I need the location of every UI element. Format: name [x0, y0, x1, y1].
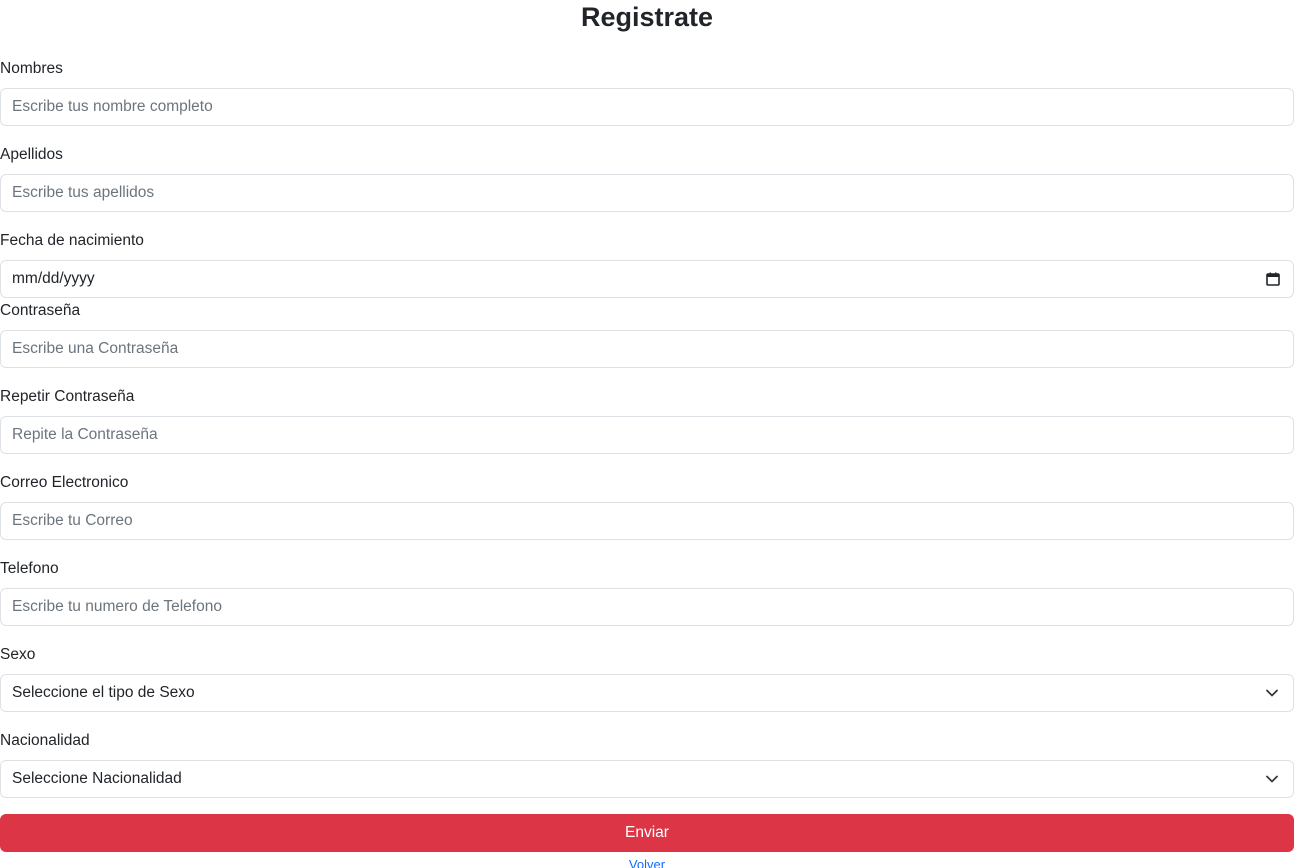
sexo-label: Sexo — [0, 646, 36, 663]
submit-button[interactable]: Enviar — [0, 814, 1294, 852]
correo-label: Correo Electronico — [0, 474, 129, 491]
page-title: Registrate — [580, 2, 714, 32]
telefono-label: Telefono — [0, 560, 59, 577]
sexo-select[interactable]: Seleccione el tipo de Sexo — [0, 674, 1294, 712]
nacionalidad-select[interactable]: Seleccione Nacionalidad — [0, 760, 1294, 798]
nacionalidad-selected-value: Seleccione Nacionalidad — [12, 770, 182, 787]
fecha-nacimiento-value: mm/dd/yyyy — [12, 270, 95, 287]
chevron-down-icon — [1265, 772, 1279, 786]
contrasena-field[interactable] — [0, 330, 1294, 368]
contrasena-label: Contraseña — [0, 302, 81, 319]
repetir-contrasena-label: Repetir Contraseña — [0, 388, 135, 405]
apellidos-label: Apellidos — [0, 146, 63, 163]
registration-page: Registrate Nombres Apellidos Fecha de na… — [0, 0, 1297, 868]
apellidos-field[interactable] — [0, 174, 1294, 212]
back-link[interactable]: Volver — [0, 857, 1294, 868]
correo-field[interactable] — [0, 502, 1294, 540]
nombres-field[interactable] — [0, 88, 1294, 126]
repetir-contrasena-field[interactable] — [0, 416, 1294, 454]
correo-input[interactable] — [12, 512, 1282, 530]
repetir-contrasena-input[interactable] — [12, 426, 1282, 444]
sexo-selected-value: Seleccione el tipo de Sexo — [12, 684, 195, 701]
nombres-label: Nombres — [0, 60, 63, 77]
contrasena-input[interactable] — [12, 340, 1282, 358]
telefono-field[interactable] — [0, 588, 1294, 626]
nacionalidad-label: Nacionalidad — [0, 732, 90, 749]
calendar-icon[interactable] — [1266, 272, 1280, 286]
apellidos-input[interactable] — [12, 184, 1282, 202]
chevron-down-icon — [1265, 686, 1279, 700]
fecha-nacimiento-field[interactable]: mm/dd/yyyy — [0, 260, 1294, 298]
fecha-nacimiento-label: Fecha de nacimiento — [0, 232, 144, 249]
telefono-input[interactable] — [12, 598, 1282, 616]
nombres-input[interactable] — [12, 98, 1282, 116]
